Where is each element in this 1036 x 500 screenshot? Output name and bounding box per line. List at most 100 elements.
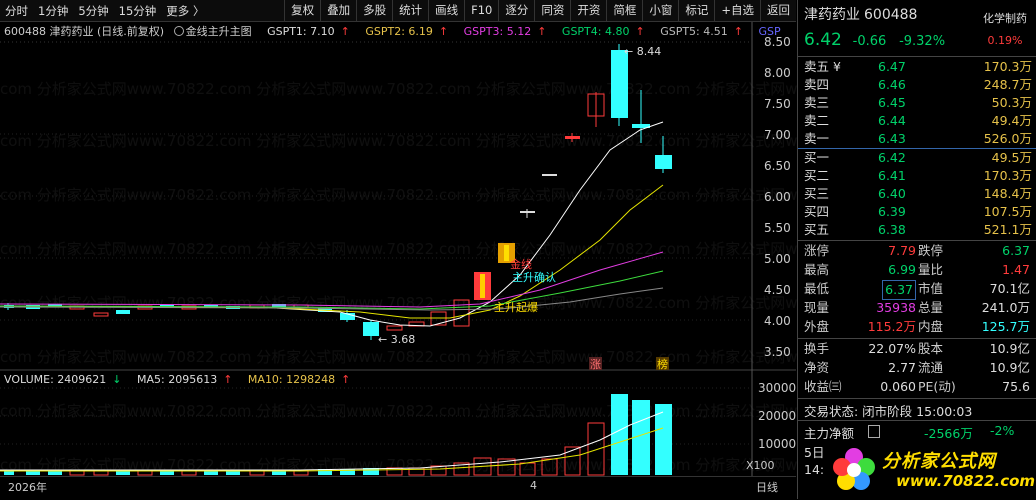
flower-logo-icon	[833, 448, 875, 490]
price-change-pct: -9.32%	[899, 34, 946, 49]
price-tick: 7.50	[764, 97, 791, 111]
stat-net-assets: 净资 2.77	[804, 360, 916, 375]
volume-value: VOLUME: 2409621 ↓	[4, 373, 122, 386]
divider	[798, 420, 1036, 421]
price-line: 6.42 -0.66 -9.32%	[804, 30, 953, 50]
buy-row-2: 买二 6.41 170.3万	[804, 168, 1032, 183]
stat-total-vol: 总量 241.0万	[918, 300, 1030, 315]
stat-limit-up: 涨停 7.79	[804, 243, 916, 258]
divider	[798, 56, 1036, 57]
stock-header: 津药药业 600488	[804, 4, 917, 24]
stat-volume-ratio: 量比 1.47	[918, 262, 1030, 277]
stat-current-vol: 现量 35938	[804, 300, 916, 315]
volume-tick: 20000	[758, 409, 796, 423]
ma-line-30	[0, 270, 664, 310]
buy-row-1: 买一 6.42 49.5万	[804, 150, 1032, 165]
divider	[798, 338, 1036, 339]
zhusheng-confirm-label: 主升确认	[512, 271, 556, 284]
buy-row-3: 买三 6.40 148.4万	[804, 186, 1032, 201]
price-tick: 3.50	[764, 345, 791, 359]
kline-chart[interactable]: 8.50 8.00 7.50 7.00 6.50 6.00 5.50 5.00 …	[0, 0, 796, 499]
ma-line-10	[0, 184, 664, 319]
date-axis: 2026年 4 日线	[0, 476, 796, 500]
stock-code: 600488	[864, 7, 918, 23]
stat-pe: PE(动) 75.6	[918, 379, 1030, 394]
stat-share-capital: 股本 10.9亿	[918, 341, 1030, 356]
site-logo: 分析家公式网 www.70822.com	[826, 443, 1036, 495]
gspt3-value: GSPT3: 5.12 ↑	[463, 25, 547, 38]
bang-badge-text: 榜	[657, 357, 668, 371]
month-label: 4	[530, 479, 537, 492]
price-tick: 8.00	[764, 66, 791, 80]
volume-unit-label: X100	[746, 459, 775, 472]
logo-brand-text: 分析家公式网	[882, 451, 996, 472]
low-annotation: ← 3.68	[378, 333, 415, 346]
zhang-badge-text: 涨	[590, 358, 601, 371]
stat-low: 最低 6.37	[804, 280, 920, 300]
stat-limit-down: 跌停 6.37	[918, 243, 1030, 258]
indicator-gear-icon[interactable]	[173, 26, 184, 36]
main-flow-label: 主力净额	[804, 426, 855, 441]
price-tick: 5.00	[764, 252, 791, 266]
time-label: 14:	[804, 462, 825, 477]
high-annotation: ← 8.44	[624, 45, 661, 58]
price-tick: 5.50	[764, 221, 791, 235]
five-day-label: 5日	[804, 445, 825, 460]
price-tick: 7.00	[764, 128, 791, 142]
ma-line-20	[0, 251, 664, 308]
gsp6-value: GSP	[758, 25, 781, 38]
price-tick: 6.00	[764, 190, 791, 204]
period-selector[interactable]: 日线	[756, 479, 778, 495]
price-change: -0.66	[852, 34, 887, 49]
chart-info-bar: 600488 津药药业 (日线.前复权) 金线主升主图 GSPT1: 7.10 ↑…	[4, 23, 787, 39]
zhusheng-start-label: 主升起爆	[494, 300, 538, 314]
sell-row-2: 卖二 6.44 49.4万	[804, 113, 1032, 128]
calculator-icon[interactable]	[868, 425, 880, 438]
sell-row-1: 卖一 6.43 526.0万	[804, 131, 1032, 146]
stock-name: 津药药业	[804, 7, 860, 23]
gspt5-value: GSPT5: 4.51 ↑	[660, 25, 743, 38]
stat-outer: 外盘 115.2万	[804, 319, 916, 334]
vol-ma5-line	[0, 411, 664, 471]
gspt1-value: GSPT1: 7.10 ↑	[267, 25, 350, 38]
buy-row-5: 买五 6.38 521.1万	[804, 222, 1032, 237]
main-flow-value: -2566万	[924, 426, 973, 441]
vol-ma10-line	[0, 427, 664, 472]
sell-row-3: 卖三 6.45 50.3万	[804, 95, 1032, 110]
price-tick: 6.50	[764, 159, 791, 173]
volume-tick: 10000	[758, 437, 796, 451]
gspt2-value: GSPT2: 6.19 ↑	[365, 25, 449, 38]
volume-info-bar: VOLUME: 2409621 ↓ MA5: 2095613 ↑ MA10: 129…	[4, 373, 362, 386]
divider	[798, 240, 1036, 241]
stat-inner: 内盘 125.7万	[918, 319, 1030, 334]
main-flow-pct: -2%	[990, 423, 1015, 438]
current-price: 6.42	[804, 30, 842, 50]
stat-eps: 收益㈢ 0.060	[804, 379, 916, 394]
divider	[798, 398, 1036, 399]
price-tick: 4.00	[764, 314, 791, 328]
trading-status: 交易状态: 闭市阶段 15:00:03	[804, 404, 973, 419]
indicator-name[interactable]: 金线主升主图	[173, 25, 258, 38]
stat-market-cap: 市值 70.1亿	[918, 281, 1030, 296]
stat-float: 流通 10.9亿	[918, 360, 1030, 375]
volume-tick: 30000	[758, 381, 796, 395]
gspt4-value: GSPT4: 4.80 ↑	[561, 25, 645, 38]
logo-url-text: www.70822.com	[896, 472, 1036, 490]
chart-title: 600488 津药药业 (日线.前复权)	[4, 25, 165, 38]
vol-ma5-value: MA5: 2095613 ↑	[136, 373, 233, 386]
sector-change: 0.19%	[987, 34, 1023, 47]
stat-turnover: 换手 22.07%	[804, 341, 916, 356]
sell-row-4: 卖四 6.46 248.7万	[804, 77, 1032, 92]
sector-box[interactable]: 化学制药 0.19%	[979, 10, 1031, 47]
price-tick: 4.50	[764, 283, 791, 297]
year-label: 2026年	[8, 481, 47, 494]
volume-bars	[4, 394, 672, 476]
quote-panel: 津药药业 600488 化学制药 0.19% 6.42 -0.66 -9.32% …	[797, 0, 1036, 499]
sector-name: 化学制药	[983, 12, 1027, 25]
ma-line-5	[0, 121, 664, 327]
stat-high: 最高 6.99	[804, 262, 916, 277]
jinxian-label: 金线	[510, 257, 532, 271]
vol-ma10-value: MA10: 1298248 ↑	[247, 373, 351, 386]
buy-row-4: 买四 6.39 107.5万	[804, 204, 1032, 219]
sell-row-5: 卖五 ¥6.47 170.3万	[804, 59, 1032, 74]
